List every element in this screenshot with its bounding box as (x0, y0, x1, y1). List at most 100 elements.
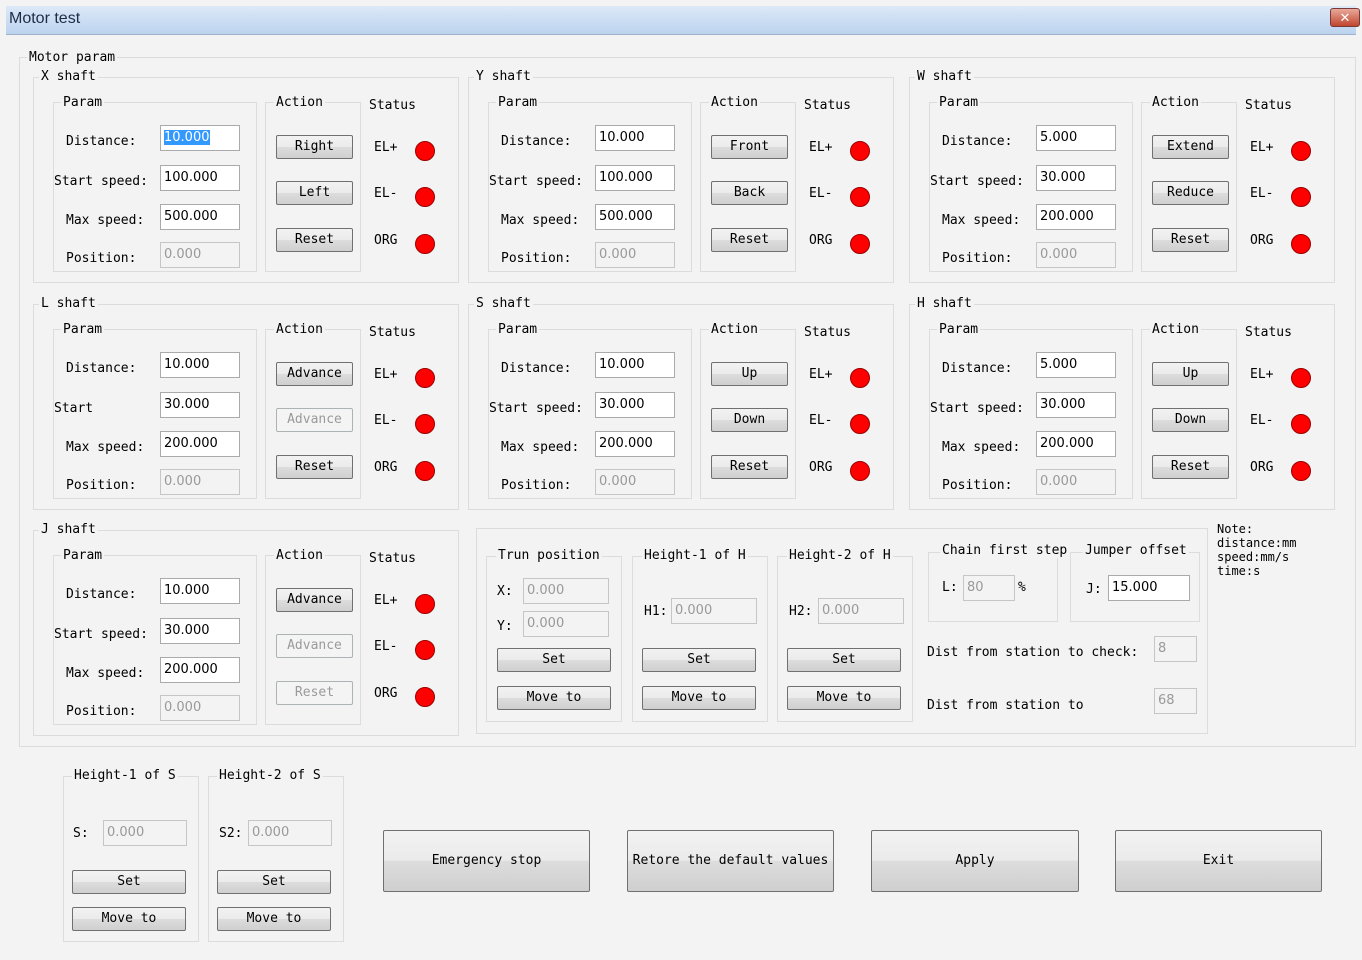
action-button[interactable]: Reset (711, 228, 788, 252)
param-label: Max speed: (942, 213, 1021, 228)
trun-x-field[interactable]: 0.000 (523, 578, 609, 604)
param-header: Param (61, 95, 105, 110)
restore-defaults-button[interactable]: Retore the default values (627, 830, 834, 892)
start-speed-field[interactable]: 30.000 (1036, 165, 1116, 191)
param-label: Position: (501, 251, 572, 266)
position-field[interactable]: 0.000 (160, 242, 240, 268)
max-speed-field[interactable]: 500.000 (595, 204, 675, 230)
apply-button[interactable]: Apply (871, 830, 1079, 892)
action-button[interactable]: Extend (1152, 135, 1229, 159)
position-field[interactable]: 0.000 (160, 695, 240, 721)
max-speed-field[interactable]: 200.000 (595, 431, 675, 457)
param-label: Position: (66, 478, 137, 493)
action-button[interactable]: Front (711, 135, 788, 159)
max-speed-field[interactable]: 200.000 (1036, 431, 1116, 457)
dist-check-field[interactable]: 8 (1154, 636, 1197, 662)
trun-set-button[interactable]: Set (497, 648, 611, 672)
s1-field[interactable]: 0.000 (103, 820, 187, 846)
s1-label: S: (73, 826, 89, 841)
action-button[interactable]: Reduce (1152, 181, 1229, 205)
exit-button[interactable]: Exit (1115, 830, 1322, 892)
max-speed-field[interactable]: 200.000 (1036, 204, 1116, 230)
close-icon[interactable]: ✕ (1330, 8, 1360, 27)
s2-field[interactable]: 0.000 (248, 820, 332, 846)
el-plus-led (850, 368, 870, 388)
distance-field[interactable]: 10.000 (160, 125, 240, 151)
el-plus-led (415, 368, 435, 388)
jumper-j-label: J: (1086, 582, 1102, 597)
start-speed-field[interactable]: 30.000 (1036, 392, 1116, 418)
action-button[interactable]: Advance (276, 408, 353, 432)
s1-set-button[interactable]: Set (72, 870, 186, 894)
param-label: Max speed: (942, 440, 1021, 455)
start-speed-field[interactable]: 100.000 (160, 165, 240, 191)
h1-field[interactable]: 0.000 (671, 598, 757, 624)
max-speed-field[interactable]: 500.000 (160, 204, 240, 230)
h2-move-to-button[interactable]: Move to (787, 686, 901, 710)
distance-field[interactable]: 10.000 (160, 578, 240, 604)
action-button[interactable]: Up (711, 362, 788, 386)
position-field[interactable]: 0.000 (1036, 469, 1116, 495)
h1-set-button[interactable]: Set (642, 648, 756, 672)
dist-to-field[interactable]: 68 (1154, 688, 1197, 714)
action-button[interactable]: Down (1152, 408, 1229, 432)
position-field[interactable]: 0.000 (1036, 242, 1116, 268)
action-button[interactable]: Reset (1152, 228, 1229, 252)
start-speed-field[interactable]: 30.000 (160, 392, 240, 418)
h2-set-button[interactable]: Set (787, 648, 901, 672)
max-speed-field[interactable]: 200.000 (160, 657, 240, 683)
start-speed-field[interactable]: 100.000 (595, 165, 675, 191)
trun-y-field[interactable]: 0.000 (523, 611, 609, 637)
distance-field[interactable]: 5.000 (1036, 352, 1116, 378)
position-field[interactable]: 0.000 (160, 469, 240, 495)
h1-move-to-button[interactable]: Move to (642, 686, 756, 710)
max-speed-field[interactable]: 200.000 (160, 431, 240, 457)
distance-field[interactable]: 10.000 (595, 125, 675, 151)
action-button[interactable]: Up (1152, 362, 1229, 386)
status-label: EL- (1250, 186, 1274, 201)
action-button[interactable]: Reset (276, 228, 353, 252)
action-button[interactable]: Reset (1152, 455, 1229, 479)
start-speed-field[interactable]: 30.000 (595, 392, 675, 418)
position-field[interactable]: 0.000 (595, 469, 675, 495)
distance-field[interactable]: 10.000 (160, 352, 240, 378)
el-minus-led (415, 640, 435, 660)
h2-field[interactable]: 0.000 (818, 598, 904, 624)
chain-l-field[interactable]: 80 (963, 575, 1015, 601)
position-field[interactable]: 0.000 (595, 242, 675, 268)
s1-move-to-button[interactable]: Move to (72, 907, 186, 931)
org-led (1291, 461, 1311, 481)
el-plus-led (415, 141, 435, 161)
distance-field[interactable]: 5.000 (1036, 125, 1116, 151)
status-label: EL- (374, 186, 398, 201)
action-header: Action (709, 322, 760, 337)
action-button[interactable]: Left (276, 181, 353, 205)
param-label: Max speed: (66, 666, 145, 681)
action-button[interactable]: Advance (276, 634, 353, 658)
action-button[interactable]: Back (711, 181, 788, 205)
action-button[interactable]: Reset (276, 455, 353, 479)
status-label: ORG (809, 233, 833, 248)
status-label: ORG (1250, 233, 1274, 248)
action-button[interactable]: Advance (276, 588, 353, 612)
trun-move-to-button[interactable]: Move to (497, 686, 611, 710)
param-label: Start speed: (930, 174, 1024, 189)
action-button[interactable]: Right (276, 135, 353, 159)
action-button[interactable]: Advance (276, 362, 353, 386)
s2-move-to-button[interactable]: Move to (217, 907, 331, 931)
status-label: EL+ (374, 140, 398, 155)
height2-s-title: Height-2 of S (217, 768, 323, 783)
distance-field[interactable]: 10.000 (595, 352, 675, 378)
status-header: Status (804, 325, 851, 340)
status-label: EL+ (1250, 367, 1274, 382)
start-speed-field[interactable]: 30.000 (160, 618, 240, 644)
action-button[interactable]: Down (711, 408, 788, 432)
el-minus-led (415, 414, 435, 434)
action-button[interactable]: Reset (276, 681, 353, 705)
jumper-j-field[interactable]: 15.000 (1108, 575, 1190, 601)
emergency-stop-button[interactable]: Emergency stop (383, 830, 590, 892)
action-button[interactable]: Reset (711, 455, 788, 479)
status-label: EL- (374, 413, 398, 428)
org-led (415, 687, 435, 707)
s2-set-button[interactable]: Set (217, 870, 331, 894)
